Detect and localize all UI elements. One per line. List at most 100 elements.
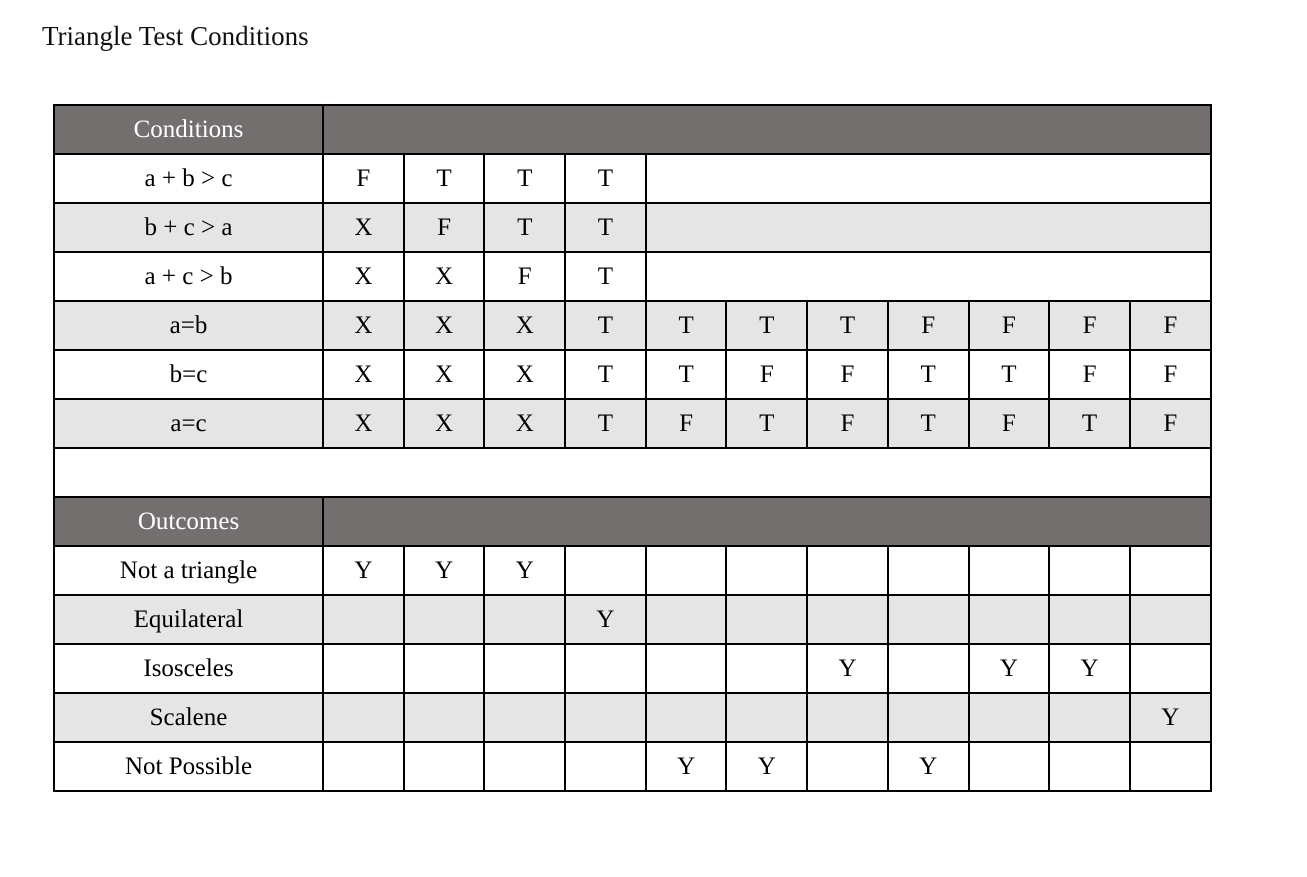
data-cell xyxy=(725,594,809,645)
data-cell xyxy=(806,545,889,596)
data-cell xyxy=(886,594,970,645)
data-cell: Y xyxy=(886,741,970,792)
triangle-test-table-wrapper: Conditions a + b > cFTTTb + c > aXFTTa + … xyxy=(53,104,1212,792)
data-cell: Y xyxy=(1048,643,1131,694)
data-cell: T xyxy=(564,251,647,302)
data-cell: T xyxy=(402,153,486,204)
data-cell: T xyxy=(564,300,647,351)
data-cell xyxy=(322,594,405,645)
spacer-cell xyxy=(53,447,1212,498)
data-cell: F xyxy=(402,202,486,253)
row-label: a + b > c xyxy=(53,153,324,204)
data-cell: X xyxy=(322,349,405,400)
data-cell: X xyxy=(322,202,405,253)
row-label: a=c xyxy=(53,398,324,449)
section-header-label-conditions: Conditions xyxy=(53,104,324,155)
row-label: Scalene xyxy=(53,692,324,743)
data-cell xyxy=(402,692,486,743)
data-cell xyxy=(564,643,647,694)
data-cell: T xyxy=(644,300,728,351)
data-cell xyxy=(644,545,728,596)
data-cell: Y xyxy=(402,545,486,596)
data-cell xyxy=(886,545,970,596)
data-cell xyxy=(1128,643,1212,694)
row-label: a + c > b xyxy=(53,251,324,302)
data-cell: X xyxy=(402,349,486,400)
data-cell xyxy=(322,643,405,694)
data-cell xyxy=(564,741,647,792)
data-cell xyxy=(1048,741,1131,792)
data-cell: F xyxy=(1128,398,1212,449)
row-label: b + c > a xyxy=(53,202,324,253)
data-cell: F xyxy=(644,398,728,449)
data-cell xyxy=(564,692,647,743)
table-row: Equilateral Y xyxy=(53,594,1212,645)
data-cell: F xyxy=(725,349,809,400)
data-cell: F xyxy=(886,300,970,351)
data-cell: X xyxy=(483,349,567,400)
data-cell: T xyxy=(564,398,647,449)
data-cell: T xyxy=(967,349,1051,400)
data-cell xyxy=(483,643,567,694)
data-cell xyxy=(725,643,809,694)
data-cell xyxy=(1048,692,1131,743)
data-cell xyxy=(725,692,809,743)
merged-empty-cell xyxy=(644,251,1212,302)
data-cell xyxy=(886,692,970,743)
row-label: Equilateral xyxy=(53,594,324,645)
data-cell xyxy=(967,545,1051,596)
data-cell xyxy=(886,643,970,694)
data-cell: F xyxy=(1128,300,1212,351)
row-label: Not Possible xyxy=(53,741,324,792)
data-cell xyxy=(806,692,889,743)
data-cell xyxy=(725,545,809,596)
data-cell: T xyxy=(644,349,728,400)
section-header-row-conditions: Conditions xyxy=(53,104,1212,155)
data-cell: Y xyxy=(564,594,647,645)
data-cell: T xyxy=(483,202,567,253)
table-spacer-row xyxy=(53,447,1212,498)
data-cell: T xyxy=(725,398,809,449)
table-row: Isosceles Y Y Y xyxy=(53,643,1212,694)
data-cell: F xyxy=(1048,349,1131,400)
data-cell: F xyxy=(806,398,889,449)
data-cell: X xyxy=(322,251,405,302)
data-cell: F xyxy=(806,349,889,400)
data-cell xyxy=(967,692,1051,743)
row-label: b=c xyxy=(53,349,324,400)
table-row: b=c X X X T T F F T T F F xyxy=(53,349,1212,400)
data-cell xyxy=(402,594,486,645)
table-row: a=c X X X T F T F T F T F xyxy=(53,398,1212,449)
data-cell xyxy=(644,692,728,743)
data-cell: X xyxy=(402,251,486,302)
data-cell: Y xyxy=(644,741,728,792)
section-header-row-outcomes: Outcomes xyxy=(53,496,1212,547)
data-cell xyxy=(1128,741,1212,792)
data-cell: T xyxy=(564,153,647,204)
data-cell xyxy=(1128,545,1212,596)
data-cell xyxy=(806,741,889,792)
table-body: Conditions a + b > cFTTTb + c > aXFTTa + … xyxy=(53,104,1212,792)
table-row: b + c > aXFTT xyxy=(53,202,1212,253)
data-cell: T xyxy=(725,300,809,351)
data-cell: Y xyxy=(1128,692,1212,743)
data-cell xyxy=(564,545,647,596)
table-row: Not Possible Y Y Y xyxy=(53,741,1212,792)
section-header-filler-outcomes xyxy=(322,496,1212,547)
data-cell xyxy=(322,692,405,743)
page-title: Triangle Test Conditions xyxy=(42,21,309,51)
section-header-label-outcomes: Outcomes xyxy=(53,496,324,547)
data-cell: X xyxy=(322,398,405,449)
data-cell: T xyxy=(564,349,647,400)
row-label: Not a triangle xyxy=(53,545,324,596)
data-cell xyxy=(402,741,486,792)
data-cell: X xyxy=(402,398,486,449)
row-label: a=b xyxy=(53,300,324,351)
merged-empty-cell xyxy=(644,202,1212,253)
section-header-filler-conditions xyxy=(322,104,1212,155)
data-cell: T xyxy=(1048,398,1131,449)
data-cell: Y xyxy=(322,545,405,596)
data-cell: T xyxy=(483,153,567,204)
data-cell: F xyxy=(322,153,405,204)
data-cell: T xyxy=(564,202,647,253)
